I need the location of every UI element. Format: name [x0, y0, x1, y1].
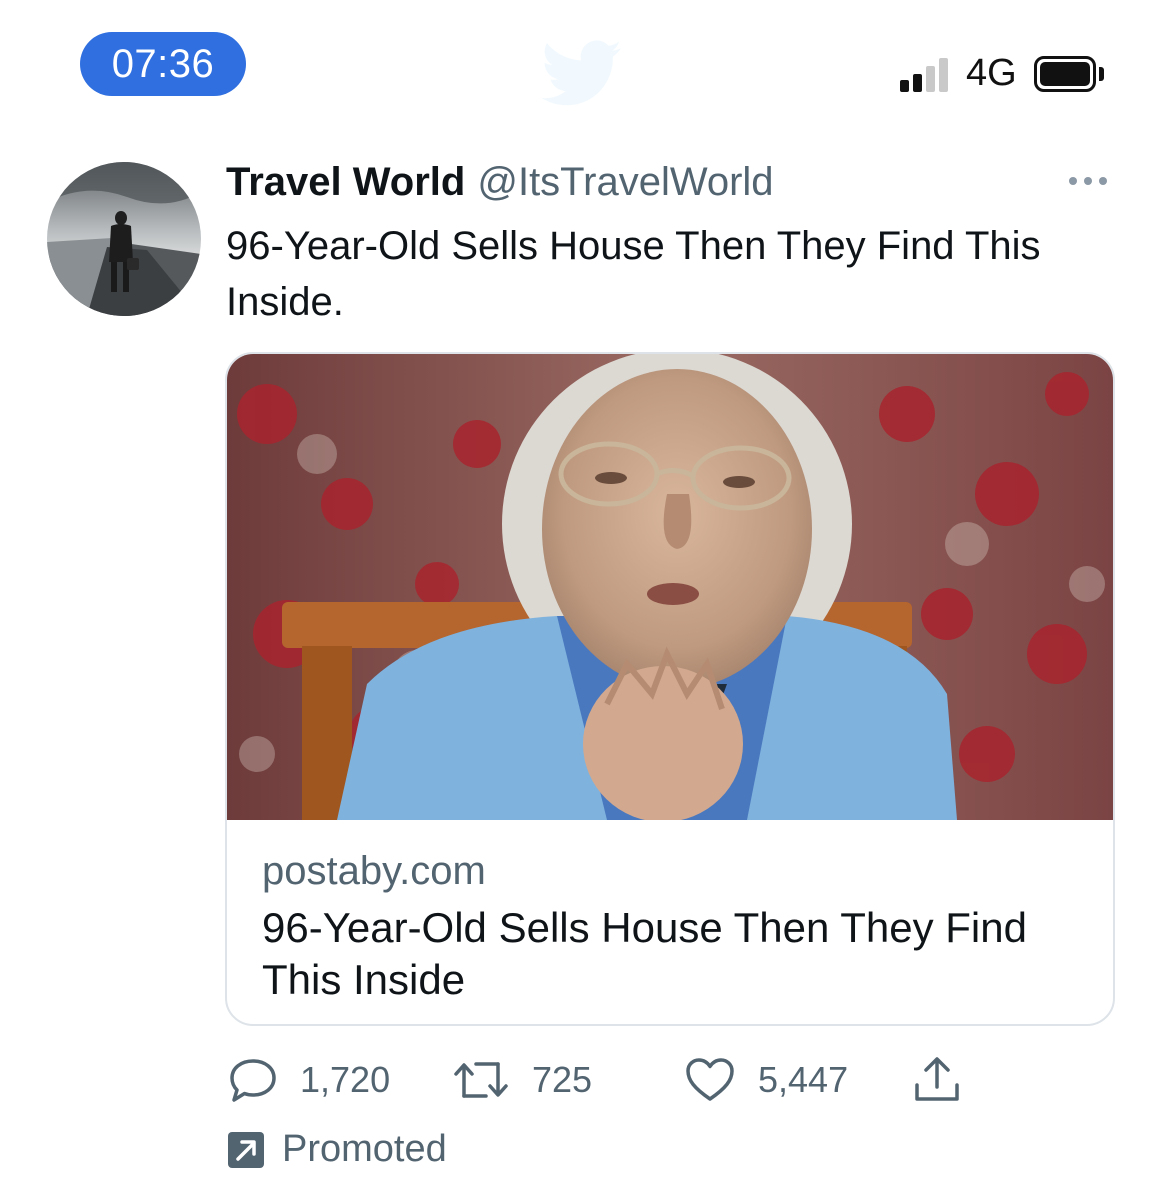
card-title[interactable]: 96-Year-Old Sells House Then They Find T…	[262, 902, 1082, 1006]
card-domain[interactable]: postaby.com	[262, 849, 486, 894]
retweet-button[interactable]: 725	[452, 1055, 592, 1105]
avatar[interactable]	[47, 162, 201, 316]
battery-icon	[1034, 56, 1096, 92]
share-button[interactable]	[912, 1055, 962, 1105]
promoted-label: Promoted	[282, 1128, 447, 1170]
signal-icon	[900, 58, 954, 92]
reply-icon	[230, 1059, 276, 1102]
share-icon	[915, 1057, 959, 1101]
network-type: 4G	[966, 52, 1017, 94]
twitter-bird-icon	[541, 40, 622, 106]
like-button[interactable]: 5,447	[684, 1055, 848, 1105]
author-handle[interactable]: @ItsTravelWorld	[477, 160, 773, 204]
like-count: 5,447	[758, 1059, 849, 1100]
promoted-badge: Promoted	[226, 1128, 447, 1171]
battery-tip	[1099, 67, 1104, 81]
heart-icon	[686, 1058, 734, 1101]
retweet-icon	[454, 1062, 508, 1098]
status-time: 07:36	[80, 32, 246, 96]
reply-button[interactable]: 1,720	[228, 1055, 390, 1105]
more-options-icon[interactable]	[1066, 166, 1110, 196]
retweet-count: 725	[532, 1059, 593, 1100]
promoted-icon	[228, 1131, 264, 1168]
author-name[interactable]: Travel World	[226, 160, 465, 204]
reply-count: 1,720	[300, 1059, 391, 1100]
link-card[interactable]: postaby.com 96-Year-Old Sells House Then…	[225, 352, 1115, 1026]
tweet-text: 96-Year-Old Sells House Then They Find T…	[226, 224, 1041, 324]
card-image	[227, 354, 1113, 820]
tweet-header: Travel World @ItsTravelWorld	[226, 160, 774, 205]
